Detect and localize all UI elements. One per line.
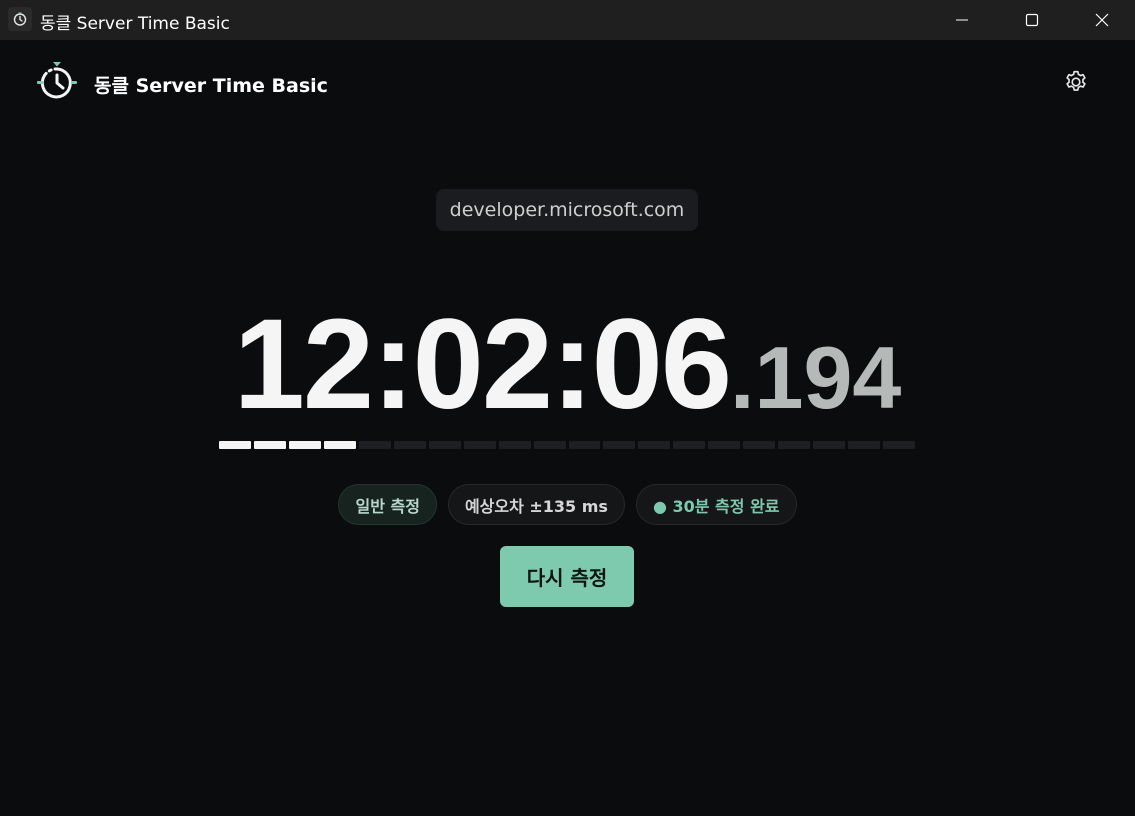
progress-segment [358, 441, 391, 449]
clock-logo-icon [36, 61, 78, 103]
progress-segment [743, 441, 776, 449]
mode-chip[interactable]: 일반 측정 [338, 484, 437, 525]
progress-segment [393, 441, 426, 449]
progress-segment [813, 441, 846, 449]
progress-segment [253, 441, 286, 449]
status-chip: ● 30분 측정 완료 [635, 484, 797, 525]
progress-segment [568, 441, 601, 449]
status-chips: 일반 측정 예상오차 ±135 ms ● 30분 측정 완료 [0, 484, 1135, 525]
error-chip: 예상오차 ±135 ms [447, 484, 625, 525]
time-hms: 12:02:06 [233, 293, 732, 436]
app-icon [8, 7, 32, 31]
maximize-button[interactable] [997, 0, 1067, 40]
window-title: 동클 Server Time Basic [40, 14, 230, 34]
minimize-icon [956, 19, 968, 21]
time-ms: 194 [754, 328, 902, 427]
time-separator: . [730, 328, 755, 427]
progress-segment [219, 441, 251, 449]
window-titlebar[interactable]: 동클 Server Time Basic [0, 0, 1135, 40]
progress-segment [708, 441, 741, 449]
app-name: 동클 Server Time Basic [94, 75, 328, 97]
settings-button[interactable] [1062, 68, 1090, 96]
close-button[interactable] [1067, 0, 1135, 40]
progress-segment [638, 441, 671, 449]
gear-icon [1066, 70, 1086, 91]
measurement-progress [219, 441, 916, 449]
minimize-button[interactable] [927, 0, 997, 40]
progress-segment [848, 441, 881, 449]
progress-segment [498, 441, 531, 449]
remeasure-button[interactable]: 다시 측정 [500, 546, 634, 607]
progress-segment [463, 441, 496, 449]
progress-segment [323, 441, 356, 449]
progress-segment [778, 441, 811, 449]
domain-label: developer.microsoft.com [436, 189, 698, 231]
progress-segment [288, 441, 321, 449]
progress-segment [673, 441, 706, 449]
server-time: 12:02:06. 194 [0, 300, 1135, 430]
progress-segment [883, 441, 916, 449]
progress-segment [428, 441, 461, 449]
close-icon [1095, 13, 1109, 27]
maximize-icon [1025, 13, 1039, 27]
progress-segment [603, 441, 636, 449]
progress-segment [533, 441, 566, 449]
